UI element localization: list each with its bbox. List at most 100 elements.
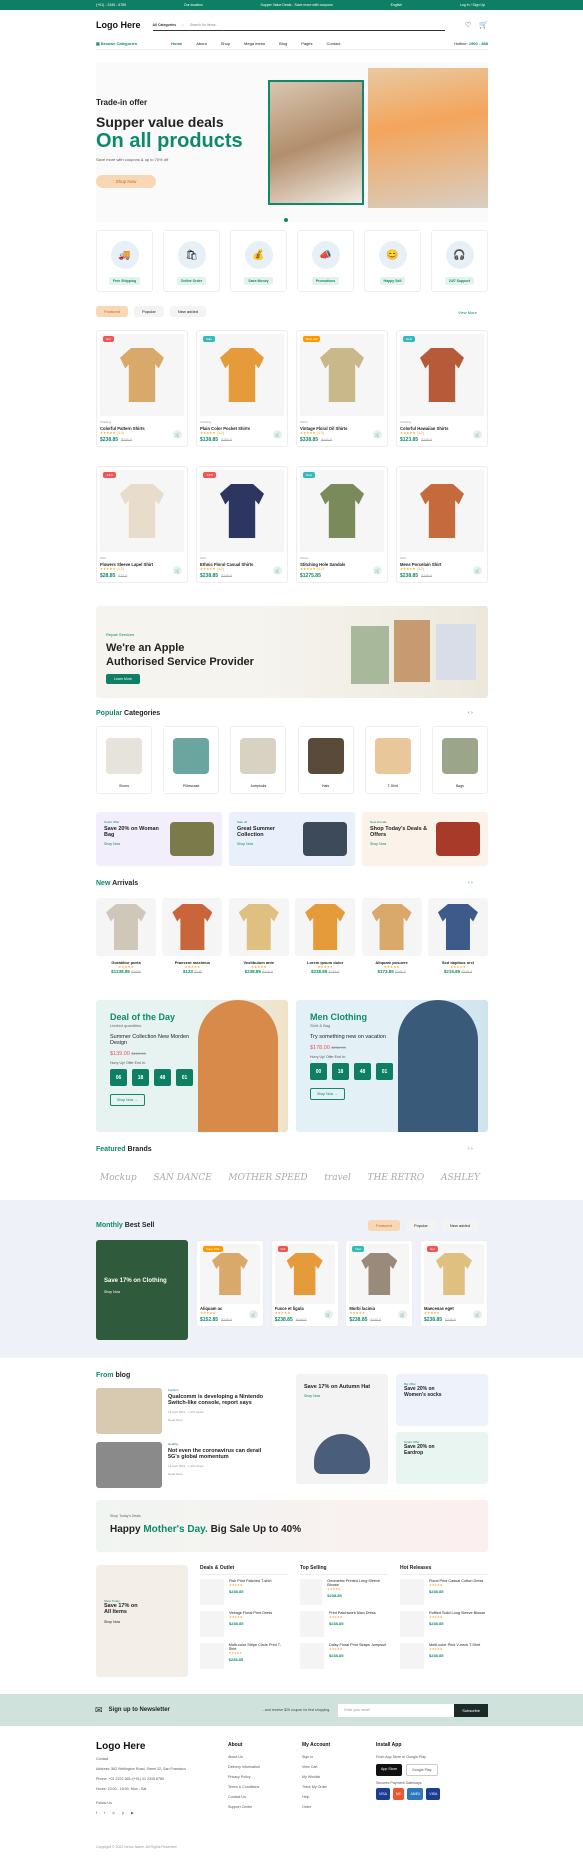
monthly-product-card[interactable]: New Morbi lacinia ★★★★★ $238.85 $245.8 🛒 bbox=[345, 1240, 414, 1327]
product-card[interactable]: New Shoes Stitching Hole Sandals ★★★★★ (4.0… bbox=[296, 466, 388, 583]
arrival-card[interactable]: Lorem ipsum dolor ★★★★★ $238.85 $245.8 bbox=[295, 898, 356, 974]
footer-link[interactable]: My Wishlist bbox=[302, 1772, 362, 1782]
nav-item-6[interactable]: Contact bbox=[327, 41, 341, 46]
footer-link[interactable]: About Us bbox=[228, 1752, 288, 1762]
category-card[interactable]: Jumpsuits bbox=[230, 726, 287, 794]
login-link[interactable]: Log In / Sign Up bbox=[460, 3, 485, 7]
learn-more-button[interactable]: Learn More bbox=[106, 674, 140, 684]
brand-logo[interactable]: Mockup bbox=[100, 1173, 137, 1183]
mini-product[interactable]: Floral Print Casual Cotton Dress ★★★★★ $23… bbox=[400, 1579, 488, 1605]
location-link[interactable]: Our location bbox=[184, 3, 203, 7]
mini-product[interactable]: Print Patchwork Maxi Dress ★★★★★ $238.85 bbox=[300, 1611, 388, 1637]
footer-logo[interactable]: Logo Here bbox=[96, 1740, 214, 1754]
app-store-button[interactable]: App Store bbox=[376, 1764, 402, 1776]
nav-item-5[interactable]: Pages bbox=[301, 41, 312, 46]
monthly-product-card[interactable]: Hot Fusce et ligula ★★★★★ $238.85 $245.8 🛒 bbox=[270, 1240, 339, 1327]
footer-link[interactable]: Support Center bbox=[228, 1802, 288, 1812]
arrivals-arrows[interactable]: ‹ › bbox=[468, 880, 473, 886]
category-card[interactable]: Pillowcase bbox=[163, 726, 220, 794]
add-to-cart-icon[interactable]: 🛒 bbox=[473, 430, 482, 439]
add-to-cart-icon[interactable]: 🛒 bbox=[173, 566, 182, 575]
footer-link[interactable]: Help bbox=[302, 1792, 362, 1802]
product-card[interactable]: -14% Shirt Flowers Sleeve Lapel Shirt ★★★★★… bbox=[96, 466, 188, 583]
tab-new-added[interactable]: New added bbox=[441, 1220, 479, 1231]
tab-featured[interactable]: Featured bbox=[96, 306, 129, 317]
blog-title[interactable]: Not even the coronavirus can derail 5G's… bbox=[168, 1448, 268, 1460]
nav-item-3[interactable]: Mega menu bbox=[244, 41, 265, 46]
logo[interactable]: Logo Here bbox=[96, 20, 141, 30]
add-to-cart-icon[interactable]: 🛒 bbox=[472, 1310, 482, 1319]
mini-product[interactable]: Multi-color Print V-neck T-Shirt ★★★★★ $23… bbox=[400, 1643, 488, 1669]
mini-product-name[interactable]: Geometric Printed Long Sleeve Blouse bbox=[327, 1579, 388, 1587]
mini-product[interactable]: Daisy Floral Print Straps Jumpsuit ★★★★★ $… bbox=[300, 1643, 388, 1669]
read-more-link[interactable]: Read More bbox=[168, 1418, 268, 1422]
add-to-cart-icon[interactable]: 🛒 bbox=[273, 430, 282, 439]
brand-logo[interactable]: MOTHER SPEED bbox=[228, 1173, 307, 1183]
arrival-card[interactable]: Gurabitur porta ★★★★★ $1238.85 $2455 bbox=[96, 898, 156, 974]
language-select[interactable]: English bbox=[391, 3, 402, 7]
add-to-cart-icon[interactable]: 🛒 bbox=[323, 1310, 333, 1319]
brand-logo[interactable]: ASHLEY bbox=[441, 1173, 480, 1183]
category-card[interactable]: T-Shirt bbox=[364, 726, 421, 794]
tab-new-added[interactable]: New added bbox=[169, 306, 207, 317]
shop-now-button[interactable]: Shop Now bbox=[96, 175, 156, 188]
category-card[interactable]: Hats bbox=[297, 726, 354, 794]
tab-featured[interactable]: Featured bbox=[368, 1220, 401, 1231]
social-icons[interactable]: f t ◎ p ▶ bbox=[96, 1808, 214, 1818]
nav-item-1[interactable]: About bbox=[196, 41, 206, 46]
footer-link[interactable]: Contact Us bbox=[228, 1792, 288, 1802]
wishlist-icon[interactable]: ♡ bbox=[465, 21, 471, 29]
product-card[interactable]: -14% Shirt Ethnic Floral Casual Shirts ★★★★… bbox=[196, 466, 288, 583]
product-card[interactable]: Shirt Mens Porcelain Shirt ★★★★★ (4.0) $238… bbox=[396, 466, 488, 583]
brand-logo[interactable]: SAN DANCE bbox=[153, 1173, 211, 1183]
product-card[interactable]: Sale Clothing Plain Color Pocket Shirts ★★★… bbox=[196, 330, 288, 447]
nav-item-0[interactable]: Home bbox=[171, 41, 182, 46]
footer-link[interactable]: View Cart bbox=[302, 1762, 362, 1772]
mini-product[interactable]: Geometric Printed Long Sleeve Blouse ★★★★… bbox=[300, 1579, 388, 1605]
footer-link[interactable]: Delivery Information bbox=[228, 1762, 288, 1772]
add-to-cart-icon[interactable]: 🛒 bbox=[473, 566, 482, 575]
category-arrows[interactable]: ‹ › bbox=[468, 710, 473, 716]
google-play-button[interactable]: Google Play bbox=[405, 1764, 438, 1776]
blog-title[interactable]: Qualcomm is developing a Nintendo Switch… bbox=[168, 1394, 268, 1406]
mini-product[interactable]: Multi-color Stripe Circle Print T-Shirt ★… bbox=[200, 1643, 288, 1669]
nav-item-2[interactable]: Shop bbox=[221, 41, 230, 46]
newsletter-email-input[interactable]: Enter your email bbox=[338, 1703, 455, 1717]
slider-dot[interactable] bbox=[284, 218, 288, 222]
arrival-card[interactable]: Aliquam posuere ★★★★★ $173.85 $245.8 bbox=[361, 898, 422, 974]
brands-arrows[interactable]: ‹ › bbox=[468, 1146, 473, 1152]
footer-link[interactable]: Order bbox=[302, 1802, 362, 1812]
brand-logo[interactable]: THE RETRO bbox=[368, 1173, 425, 1183]
search-input[interactable]: Search for items... bbox=[190, 23, 218, 27]
monthly-product-card[interactable]: Save 15% Aliquam ac ★★★★★ $152.85 $245.8 🛒 bbox=[196, 1240, 264, 1327]
monthly-product-card[interactable]: Hot Maecenas eget ★★★★★ $238.85 $245.8 🛒 bbox=[419, 1240, 488, 1327]
footer-link[interactable]: Sign In bbox=[302, 1752, 362, 1762]
deal-shop-now-button[interactable]: Shop Now → bbox=[110, 1094, 145, 1106]
tab-popular[interactable]: Popular bbox=[134, 306, 164, 317]
browse-categories-button[interactable]: ▦ Browse Categories bbox=[96, 41, 137, 46]
category-card[interactable]: Bags bbox=[431, 726, 488, 794]
read-more-link[interactable]: Read More bbox=[168, 1472, 268, 1476]
mini-product[interactable]: Fish Print Patched T-shirt ★★★★★ $238.85 bbox=[200, 1579, 288, 1605]
arrival-card[interactable]: Sed dapibus orci ★★★★★ $215.85 $245.8 bbox=[427, 898, 488, 974]
add-to-cart-icon[interactable]: 🛒 bbox=[373, 430, 382, 439]
monthly-shop-now[interactable]: Shop Now bbox=[104, 1290, 180, 1294]
hat-shop-now[interactable]: Shop Now bbox=[304, 1394, 380, 1398]
category-select[interactable]: All Categories bbox=[153, 23, 177, 27]
category-card[interactable]: Shoes bbox=[96, 726, 152, 794]
footer-link[interactable]: Privacy Policy bbox=[228, 1772, 288, 1782]
cart-icon[interactable]: 🛒 bbox=[479, 21, 488, 29]
arrival-card[interactable]: Praesent maximus ★★★★★ $123 $245 bbox=[162, 898, 223, 974]
add-to-cart-icon[interactable]: 🛒 bbox=[173, 430, 182, 439]
add-to-cart-icon[interactable]: 🛒 bbox=[249, 1310, 258, 1319]
nav-item-4[interactable]: Blog bbox=[279, 41, 287, 46]
subscribe-button[interactable]: Subscribe bbox=[454, 1703, 488, 1717]
product-card[interactable]: Hot Clothing Colorful Pattern Shirts ★★★★★ … bbox=[96, 330, 188, 447]
blog-post[interactable]: Healthy Not even the coronavirus can dera… bbox=[96, 1442, 296, 1488]
mini-product[interactable]: Vintage Floral Print Dress ★★★★★ $238.85 bbox=[200, 1611, 288, 1637]
product-card[interactable]: New Clothing Colorful Hawaiian Shirts ★★★★★… bbox=[396, 330, 488, 447]
add-to-cart-icon[interactable]: 🛒 bbox=[273, 566, 282, 575]
all-items-shop-now[interactable]: Shop Now bbox=[104, 1620, 180, 1624]
add-to-cart-icon[interactable]: 🛒 bbox=[373, 566, 382, 575]
product-card[interactable]: Best sell Shirts Vintage Floral Oil Shirts… bbox=[296, 330, 388, 447]
